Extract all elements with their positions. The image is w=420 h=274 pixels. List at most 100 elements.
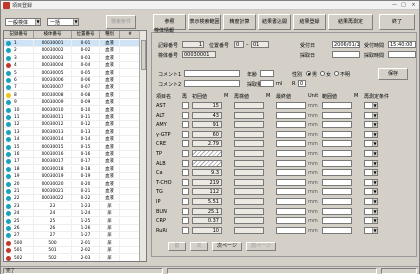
remeasure-select[interactable]: ▼ xyxy=(364,178,378,186)
remeasure-select[interactable]: ▼ xyxy=(364,188,378,196)
final-value-field[interactable] xyxy=(276,207,306,215)
remeasure-select[interactable]: ▼ xyxy=(364,169,378,177)
search-condition-button[interactable]: 検索条件 xyxy=(106,15,136,29)
comment1-field[interactable] xyxy=(184,70,240,77)
table-row[interactable]: 13 00030013 0-13 血液 xyxy=(4,128,141,136)
col-header-flag[interactable]: # xyxy=(120,31,141,38)
receive-time-field[interactable]: 15:40:00 xyxy=(388,41,416,48)
sex-unknown-radio[interactable] xyxy=(334,71,339,76)
remeasure-button[interactable]: 結果再測定 xyxy=(328,14,373,30)
table-row[interactable]: 501 501 2-02 尿 xyxy=(4,247,141,255)
col-header-position[interactable]: 位置番号 xyxy=(72,31,100,38)
table-row[interactable]: 7 00030007 0-07 血液 xyxy=(4,84,141,92)
table-row[interactable]: 23 23 1-23 尿 xyxy=(4,202,141,210)
prev-page-button[interactable]: 前ページ xyxy=(246,242,276,251)
final-value-field[interactable] xyxy=(276,140,306,148)
table-row[interactable]: 15 00030015 0-15 血液 xyxy=(4,143,141,151)
final-value-field[interactable] xyxy=(276,226,306,234)
recheck-checkbox[interactable] xyxy=(182,207,189,215)
final-value-field[interactable] xyxy=(276,150,306,157)
recheck-checkbox[interactable] xyxy=(182,130,189,138)
range-value-field[interactable] xyxy=(322,140,352,148)
range-value-field[interactable] xyxy=(322,217,352,225)
grid-scrollbar[interactable] xyxy=(139,31,146,261)
remeasure-select[interactable]: ▼ xyxy=(364,226,378,234)
remeasure-select[interactable]: ▼ xyxy=(364,207,378,215)
final-value-field[interactable] xyxy=(276,169,306,177)
display-range-button[interactable]: 表示検索範囲 xyxy=(188,14,221,30)
sex-female-radio[interactable] xyxy=(320,71,325,76)
recheck-checkbox[interactable] xyxy=(182,121,189,129)
table-row[interactable]: 500 500 2-01 尿 xyxy=(4,239,141,247)
col-header-kind[interactable]: 種別 xyxy=(100,31,120,38)
table-row[interactable]: 25 25 1-25 尿 xyxy=(4,217,141,225)
table-row[interactable]: 27 27 1-27 尿 xyxy=(4,232,141,240)
col-header-specimen[interactable]: 検体番号 xyxy=(34,31,72,38)
final-value-field[interactable] xyxy=(276,121,306,129)
collect-amount-field[interactable] xyxy=(260,80,274,87)
final-value-field[interactable] xyxy=(276,217,306,225)
receive-date-field[interactable]: 2006/01/10 xyxy=(332,41,360,48)
remeasure-select[interactable]: ▼ xyxy=(364,111,378,119)
remeasure-select[interactable]: ▼ xyxy=(364,121,378,129)
period-select[interactable]: 一般検体 ▼ xyxy=(5,18,41,26)
table-row[interactable]: 17 00030017 0-17 血液 xyxy=(4,158,141,166)
table-row[interactable]: 26 26 1-26 尿 xyxy=(4,225,141,232)
register-result-button[interactable]: 結果登録 xyxy=(293,14,326,30)
scrollbar-thumb[interactable] xyxy=(141,40,146,70)
next-page-button[interactable]: 次ページ xyxy=(212,242,242,251)
comment2-field[interactable] xyxy=(184,80,240,87)
range-value-field[interactable] xyxy=(322,198,352,205)
next-button[interactable]: 次 xyxy=(190,242,208,251)
table-row[interactable]: 4 00030004 0-04 血液 xyxy=(4,62,141,70)
prev-button[interactable]: 前 xyxy=(168,242,186,251)
final-value-field[interactable] xyxy=(276,130,306,138)
save-button[interactable]: 保存 xyxy=(378,68,408,80)
range-value-field[interactable] xyxy=(322,159,352,167)
recheck-checkbox[interactable] xyxy=(182,178,189,186)
table-row[interactable]: 20 00030020 0-20 血液 xyxy=(4,180,141,188)
minimize-button[interactable]: — xyxy=(390,2,399,9)
recheck-checkbox[interactable] xyxy=(182,169,189,177)
collect-time-field[interactable] xyxy=(388,51,416,58)
table-row[interactable]: 2 00030002 0-02 血液 xyxy=(4,47,141,55)
range-value-field[interactable] xyxy=(322,188,352,196)
final-value-field[interactable] xyxy=(276,198,306,205)
remeasure-select[interactable]: ▼ xyxy=(364,198,378,205)
type-select[interactable]: 一括 ▼ xyxy=(47,18,79,26)
remeasure-select[interactable]: ▼ xyxy=(364,150,378,157)
table-row[interactable]: 10 00030010 0-10 血液 xyxy=(4,106,141,114)
recheck-checkbox[interactable] xyxy=(182,150,189,157)
table-row[interactable]: 21 00030021 0-21 血液 xyxy=(4,188,141,195)
table-row[interactable]: 14 00030014 0-14 血液 xyxy=(4,136,141,144)
remeasure-select[interactable]: ▼ xyxy=(364,217,378,225)
recheck-checkbox[interactable] xyxy=(182,226,189,234)
range-value-field[interactable] xyxy=(322,226,352,234)
table-row[interactable]: 19 00030019 0-19 血液 xyxy=(4,173,141,181)
recheck-checkbox[interactable] xyxy=(182,102,189,109)
table-row[interactable]: 502 502 2-03 尿 xyxy=(4,254,141,261)
final-value-field[interactable] xyxy=(276,188,306,196)
range-value-field[interactable] xyxy=(322,150,352,157)
table-row[interactable]: 22 00030022 0-22 血液 xyxy=(4,195,141,203)
table-row[interactable]: 16 00030016 0-16 血液 xyxy=(4,151,141,158)
remeasure-select[interactable]: ▼ xyxy=(364,102,378,109)
table-row[interactable]: 18 00030018 0-18 血液 xyxy=(4,165,141,173)
table-row[interactable]: 8 00030008 0-08 血液 xyxy=(4,91,141,99)
range-value-field[interactable] xyxy=(322,178,352,186)
table-row[interactable]: 24 24 1-24 尿 xyxy=(4,210,141,218)
recheck-checkbox[interactable] xyxy=(182,140,189,148)
remeasure-select[interactable]: ▼ xyxy=(364,159,378,167)
range-value-field[interactable] xyxy=(322,121,352,129)
volume-field[interactable]: 0 xyxy=(298,80,306,87)
recheck-checkbox[interactable] xyxy=(182,198,189,205)
collect-date-field[interactable] xyxy=(332,51,360,58)
remeasure-select[interactable]: ▼ xyxy=(364,140,378,148)
table-row[interactable]: 1 00030001 0-01 血液 xyxy=(4,40,141,47)
table-row[interactable]: 5 00030005 0-05 血液 xyxy=(4,69,141,77)
final-value-field[interactable] xyxy=(276,102,306,109)
range-value-field[interactable] xyxy=(322,102,352,109)
col-header-reg-no[interactable]: 記録番号 xyxy=(4,31,34,38)
sex-male-radio[interactable] xyxy=(306,71,311,76)
remeasure-select[interactable]: ▼ xyxy=(364,130,378,138)
